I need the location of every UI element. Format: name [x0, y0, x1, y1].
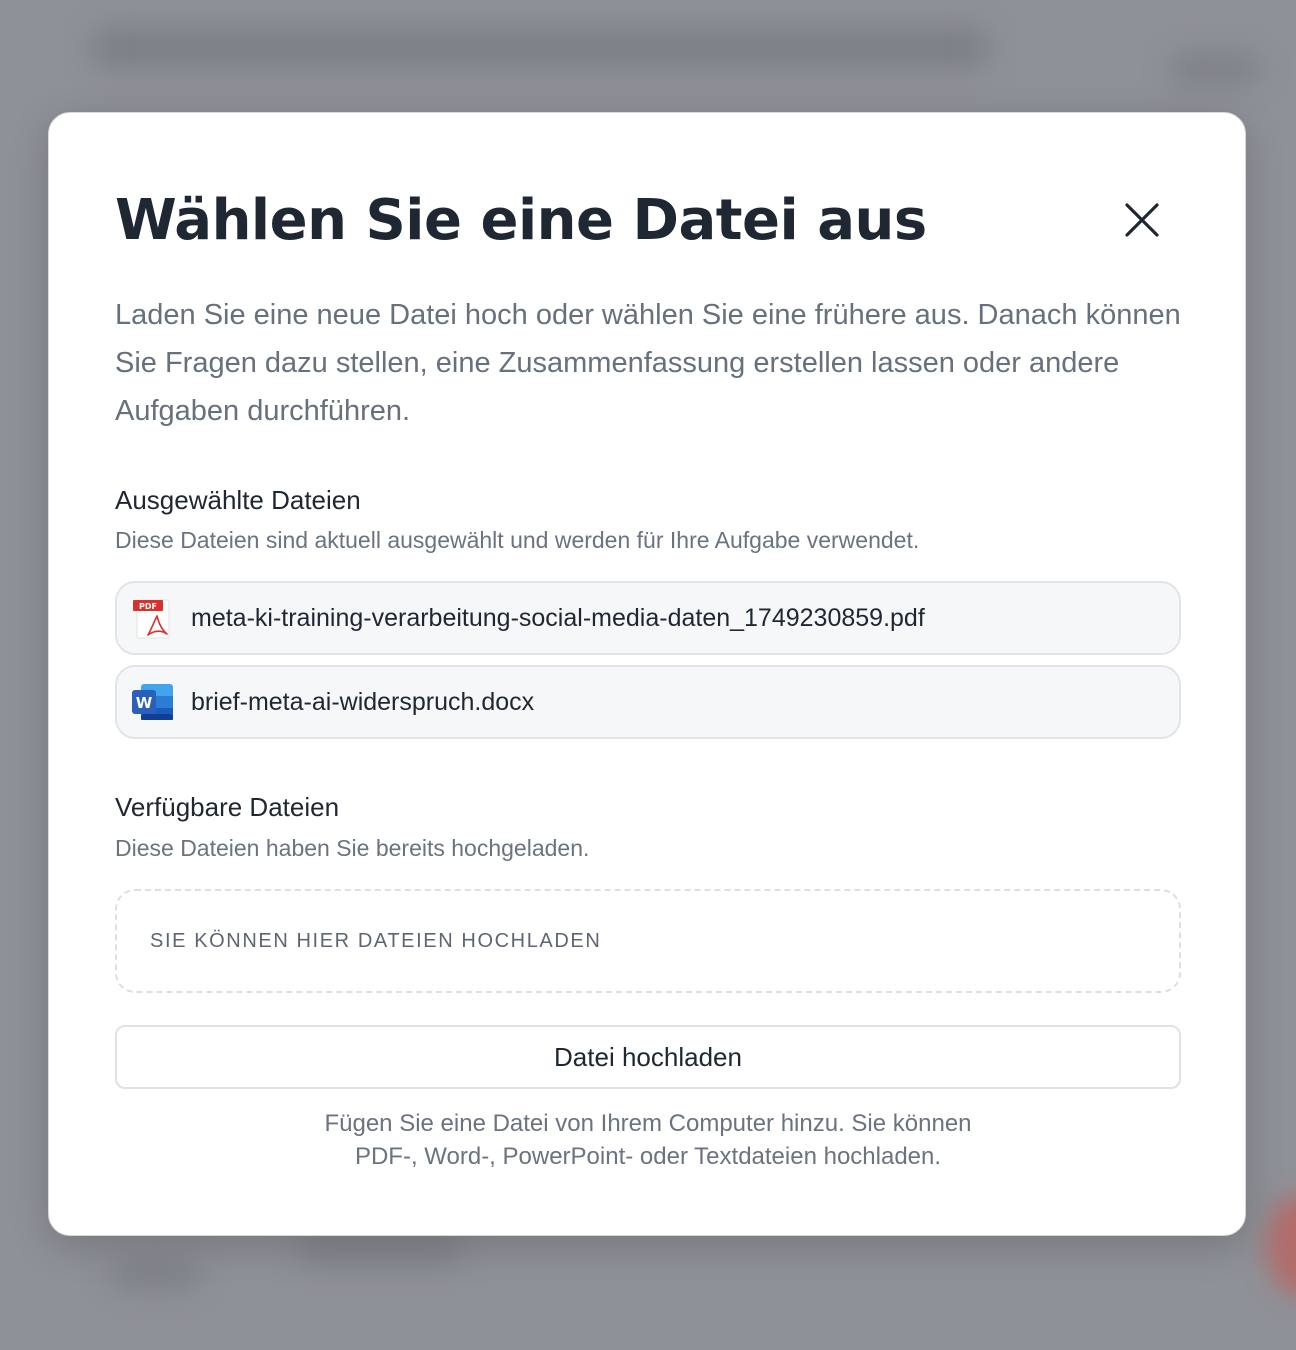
selected-files-title: Ausgewählte Dateien [115, 485, 361, 515]
selected-file-item[interactable]: W brief-meta-ai-widerspruch.docx [115, 665, 1181, 739]
upload-hint-line: Fügen Sie eine Datei von Ihrem Computer … [324, 1110, 972, 1137]
dropzone-label: SIE KÖNNEN HIER DATEIEN HOCHLADEN [150, 929, 602, 952]
backdrop-blur [110, 1262, 200, 1288]
available-files-title: Verfügbare Dateien [115, 792, 340, 822]
file-name: meta-ki-training-verarbeitung-social-med… [191, 603, 925, 632]
backdrop-blur [90, 28, 990, 68]
dialog-intro: Laden Sie eine neue Datei hoch oder wähl… [115, 299, 1181, 427]
upload-hint: Fügen Sie eine Datei von Ihrem Computer … [115, 1107, 1181, 1173]
backdrop-blur [300, 1240, 460, 1262]
selected-files-subtitle: Diese Dateien sind aktuell ausgewählt un… [115, 527, 920, 553]
backdrop-blur [1266, 1195, 1296, 1295]
close-icon [1125, 203, 1159, 237]
pdf-icon-label: PDF [139, 602, 157, 611]
upload-hint-line: PDF-, Word-, PowerPoint- oder Textdateie… [354, 1143, 942, 1170]
word-icon-label: W [136, 694, 153, 712]
upload-file-button[interactable]: Datei hochladen [115, 1025, 1181, 1089]
file-name: brief-meta-ai-widerspruch.docx [191, 687, 535, 716]
dialog-title: Wählen Sie eine Datei aus [115, 188, 927, 253]
file-select-dialog: Wählen Sie eine Datei aus Laden Sie eine… [48, 112, 1246, 1236]
backdrop-blur [1170, 55, 1260, 83]
close-button[interactable] [1115, 193, 1169, 247]
word-icon: W [132, 684, 173, 720]
selected-file-item[interactable]: PDF meta-ki-training-verarbeitung-social… [115, 581, 1181, 655]
available-files-subtitle: Diese Dateien haben Sie bereits hochgela… [115, 835, 590, 861]
pdf-icon: PDF [133, 599, 170, 639]
file-dropzone[interactable]: SIE KÖNNEN HIER DATEIEN HOCHLADEN [115, 889, 1181, 993]
